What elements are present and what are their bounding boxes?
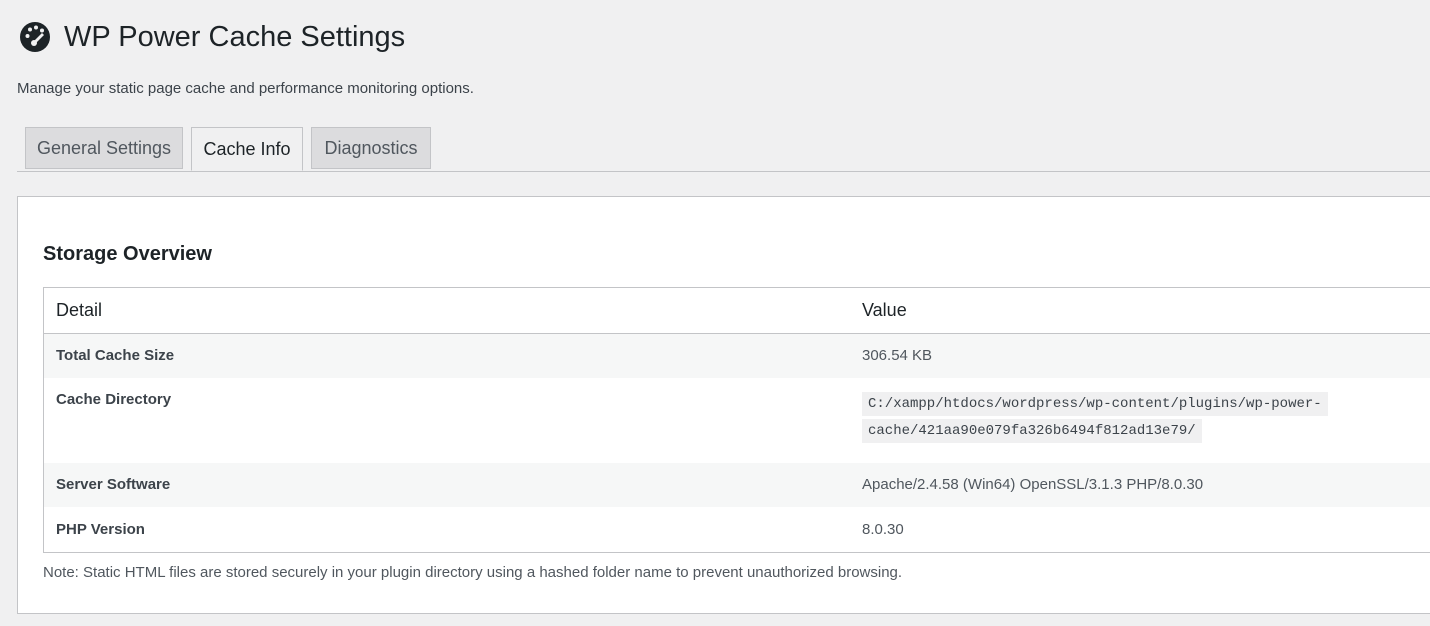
- table-header-row: Detail Value: [43, 287, 1430, 334]
- page-title: WP Power Cache Settings: [64, 21, 406, 53]
- table-row: Server Software Apache/2.4.58 (Win64) Op…: [43, 463, 1430, 507]
- row-label: Server Software: [43, 463, 850, 507]
- row-label: PHP Version: [43, 507, 850, 553]
- storage-table: Detail Value Total Cache Size 306.54 KB …: [43, 287, 1430, 553]
- row-value: 306.54 KB: [850, 333, 1430, 378]
- settings-tabs: General Settings Cache Info Diagnostics: [17, 127, 1430, 172]
- settings-page: WP Power Cache Settings Manage your stat…: [0, 0, 1430, 626]
- page-description: Manage your static page cache and perfor…: [17, 80, 474, 97]
- cache-info-panel: Storage Overview Detail Value Total Cach…: [17, 196, 1430, 614]
- column-header-value: Value: [850, 287, 1430, 334]
- tab-cache-info[interactable]: Cache Info: [191, 127, 303, 171]
- row-label: Cache Directory: [43, 378, 850, 463]
- row-label: Total Cache Size: [43, 333, 850, 378]
- tab-general-settings[interactable]: General Settings: [25, 127, 183, 169]
- cache-directory-path: C:/xampp/htdocs/wordpress/wp-content/plu…: [862, 392, 1328, 443]
- row-value: 8.0.30: [850, 507, 1430, 553]
- row-value: Apache/2.4.58 (Win64) OpenSSL/3.1.3 PHP/…: [850, 463, 1430, 507]
- storage-note: Note: Static HTML files are stored secur…: [43, 564, 903, 581]
- dashboard-gauge-icon: [18, 20, 52, 54]
- page-header: WP Power Cache Settings: [18, 18, 405, 56]
- tab-diagnostics[interactable]: Diagnostics: [311, 127, 431, 169]
- table-row: Cache Directory C:/xampp/htdocs/wordpres…: [43, 378, 1430, 463]
- row-value: C:/xampp/htdocs/wordpress/wp-content/plu…: [850, 378, 1430, 463]
- column-header-detail: Detail: [43, 287, 850, 334]
- table-row: PHP Version 8.0.30: [43, 507, 1430, 553]
- section-title: Storage Overview: [43, 243, 212, 265]
- table-row: Total Cache Size 306.54 KB: [43, 333, 1430, 378]
